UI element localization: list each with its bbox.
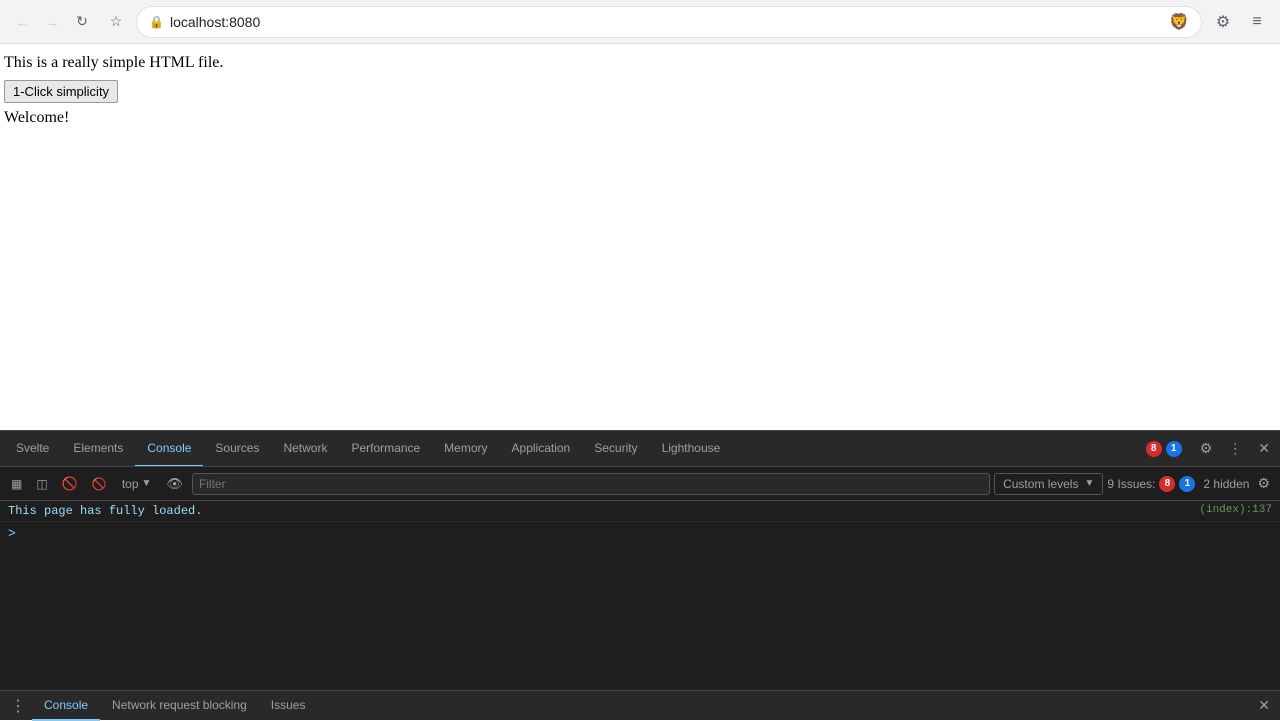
back-button[interactable]: ← <box>8 8 36 36</box>
address-bar[interactable] <box>170 14 1163 30</box>
browser-toolbar: ← → ↻ ☆ 🔒 🦁 ⚙ ≡ <box>0 0 1280 44</box>
tab-sources[interactable]: Sources <box>203 431 271 467</box>
tab-memory[interactable]: Memory <box>432 431 499 467</box>
click-simplicity-button[interactable]: 1-Click simplicity <box>4 80 118 103</box>
address-bar-container[interactable]: 🔒 🦁 <box>136 6 1202 38</box>
tab-network[interactable]: Network <box>271 431 339 467</box>
devtools-tab-bar: Svelte Elements Console Sources Network … <box>0 431 1280 467</box>
block-request-button[interactable]: 🚫 <box>87 474 112 494</box>
chevron-down-icon: ▼ <box>142 478 152 489</box>
devtools-close-button[interactable]: ✕ <box>1252 436 1276 461</box>
clear-console-button[interactable]: 🚫 <box>57 473 83 495</box>
prompt-arrow: > <box>8 526 16 541</box>
custom-levels-label: Custom levels <box>1003 477 1078 491</box>
tab-elements[interactable]: Elements <box>61 431 135 467</box>
console-message-text: This page has fully loaded. <box>8 504 1191 518</box>
error-count: 8 <box>1146 441 1162 457</box>
inspect-element-button[interactable]: ▦ <box>6 474 27 494</box>
bottom-tab-more[interactable]: ⋮ <box>4 696 32 716</box>
bottom-tab-console[interactable]: Console <box>32 691 100 721</box>
reload-button[interactable]: ↻ <box>68 8 96 36</box>
console-warn-count: 1 <box>1179 476 1195 492</box>
issues-count-label: 9 Issues: <box>1107 477 1155 491</box>
context-selector[interactable]: top ▼ <box>116 475 158 493</box>
console-settings-icon[interactable]: ⚙ <box>1253 473 1274 494</box>
welcome-text: Welcome! <box>4 109 69 126</box>
console-input[interactable] <box>22 527 1272 541</box>
issues-count: 9 Issues: 8 1 <box>1107 476 1195 492</box>
devtools-settings-button[interactable]: ⚙ <box>1194 436 1219 461</box>
console-log-message: This page has fully loaded. (index):137 <box>0 501 1280 522</box>
bottom-tab-network-request-blocking[interactable]: Network request blocking <box>100 691 259 721</box>
tab-svelte[interactable]: Svelte <box>4 431 61 467</box>
console-message-source[interactable]: (index):137 <box>1199 504 1272 516</box>
devtools-panel: Svelte Elements Console Sources Network … <box>0 430 1280 720</box>
menu-button[interactable]: ≡ <box>1242 7 1272 37</box>
console-output[interactable]: This page has fully loaded. (index):137 … <box>0 501 1280 690</box>
console-prompt[interactable]: > <box>0 522 1280 545</box>
toolbar-right: ⚙ ≡ <box>1208 7 1272 37</box>
brave-shield-icon: 🦁 <box>1169 12 1189 32</box>
bottom-tabs: ⋮ Console Network request blocking Issue… <box>0 690 1280 720</box>
issues-error-badge: 8 <box>1146 441 1162 457</box>
tab-lighthouse[interactable]: Lighthouse <box>650 431 733 467</box>
device-toolbar-button[interactable]: ◫ <box>31 474 52 494</box>
context-label: top <box>122 477 139 491</box>
page-description: This is a really simple HTML file. <box>4 54 1276 72</box>
extensions-button[interactable]: ⚙ <box>1208 7 1238 37</box>
eye-button[interactable]: 👁 <box>161 473 188 495</box>
nav-buttons: ← → ↻ <box>8 8 96 36</box>
page-content: This is a really simple HTML file. 1-Cli… <box>0 44 1280 430</box>
chevron-down-icon-levels: ▼ <box>1084 478 1094 489</box>
console-toolbar: ▦ ◫ 🚫 🚫 top ▼ 👁 Custom levels ▼ 9 Issues… <box>0 467 1280 501</box>
tab-application[interactable]: Application <box>500 431 583 467</box>
console-error-count: 8 <box>1159 476 1175 492</box>
issues-badge: 8 1 <box>1138 439 1190 459</box>
devtools-more-button[interactable]: ⋮ <box>1222 436 1248 461</box>
tab-console[interactable]: Console <box>135 431 203 467</box>
tab-security[interactable]: Security <box>582 431 649 467</box>
forward-button[interactable]: → <box>38 8 66 36</box>
bottom-tab-issues[interactable]: Issues <box>259 691 318 721</box>
lock-icon: 🔒 <box>149 15 164 29</box>
warn-count: 1 <box>1166 441 1182 457</box>
filter-input[interactable] <box>199 477 983 491</box>
bottom-tabs-close[interactable]: ✕ <box>1252 695 1276 716</box>
tab-performance[interactable]: Performance <box>339 431 432 467</box>
devtools-tabs-right: 8 1 ⚙ ⋮ ✕ <box>1138 436 1276 461</box>
custom-levels-button[interactable]: Custom levels ▼ <box>994 473 1103 495</box>
issues-warn-badge: 1 <box>1166 441 1182 457</box>
filter-input-container[interactable] <box>192 473 990 495</box>
bookmark-button[interactable]: ☆ <box>102 8 130 36</box>
hidden-count: 2 hidden <box>1203 477 1249 491</box>
